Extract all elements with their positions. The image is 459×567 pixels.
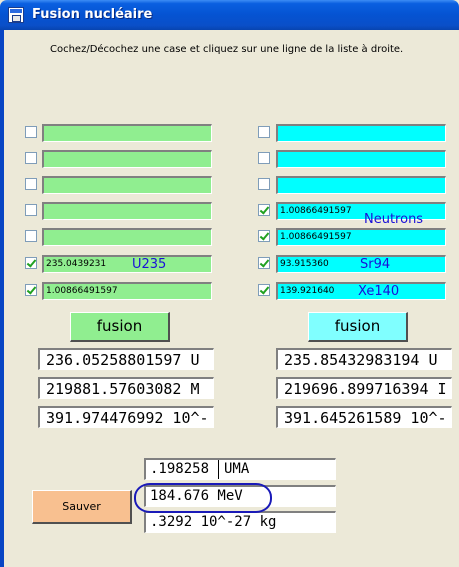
left-mass-value-7: 1.00866491597 [46, 286, 118, 296]
left-checkbox-7[interactable] [25, 284, 37, 296]
left-output-total-mass-value: 236.05258801597 U [46, 351, 200, 369]
left-checkbox-5[interactable] [25, 230, 37, 242]
left-checkbox-3[interactable] [25, 178, 37, 190]
result-mass-kg: .3292 10^-27 kg [144, 511, 336, 533]
right-mass-value-5: 1.00866491597 [280, 232, 352, 242]
main-window: Fusion nucléaire Cochez/Décochez une cas… [0, 0, 459, 567]
right-mass-field-2[interactable] [276, 150, 446, 168]
result-mass-kg-value: .3292 10^-27 kg [150, 514, 277, 530]
right-output-kg: 391.645261589 10^- [276, 406, 452, 428]
right-checkbox-5[interactable] [258, 230, 270, 242]
left-output-energy-value: 219881.57603082 M [46, 380, 200, 398]
left-output-kg-value: 391.974476992 10^- [46, 409, 209, 427]
left-mass-field-2[interactable] [42, 150, 212, 168]
save-button[interactable]: Sauver [32, 490, 132, 524]
right-nucleus-label-7: Xe140 [358, 284, 400, 299]
right-mass-value-7: 139.921640 [280, 286, 335, 296]
left-checkbox-1[interactable] [25, 126, 37, 138]
app-window-icon [8, 7, 24, 23]
left-output-total-mass: 236.05258801597 U [38, 348, 214, 370]
left-mass-field-1[interactable] [42, 124, 212, 142]
right-output-total-mass-value: 235.85432983194 U [284, 351, 438, 369]
right-mass-field-1[interactable] [276, 124, 446, 142]
left-mass-field-5[interactable] [42, 228, 212, 246]
left-checkbox-4[interactable] [25, 204, 37, 216]
right-checkbox-7[interactable] [258, 284, 270, 296]
left-mass-field-4[interactable] [42, 202, 212, 220]
right-mass-field-3[interactable] [276, 176, 446, 194]
left-nucleus-label-6: U235 [132, 257, 167, 272]
title-bar[interactable]: Fusion nucléaire [0, 0, 459, 30]
right-checkbox-1[interactable] [258, 126, 270, 138]
right-mass-value-4: 1.00866491597 [280, 206, 352, 216]
highlight-circle [134, 483, 272, 513]
result-divider [218, 460, 219, 479]
left-mass-field-3[interactable] [42, 176, 212, 194]
result-mass-defect-value: .198258 [150, 461, 210, 477]
window-title: Fusion nucléaire [32, 7, 153, 22]
result-mass-defect: .198258 UMA [144, 458, 336, 480]
right-nucleus-label-6: Sr94 [360, 257, 391, 272]
right-mass-field-7[interactable]: 139.921640 Xe140 [276, 282, 446, 300]
left-output-kg: 391.974476992 10^- [38, 406, 214, 428]
right-output-energy: 219696.899716394 I [276, 377, 452, 399]
right-checkbox-4[interactable] [258, 204, 270, 216]
fusion-right-button[interactable]: fusion [308, 312, 408, 342]
fusion-left-button[interactable]: fusion [70, 312, 170, 342]
right-mass-field-4[interactable]: 1.00866491597 Neutrons [276, 202, 446, 227]
left-mass-value-6: 235.0439231 [46, 259, 107, 269]
right-checkbox-6[interactable] [258, 257, 270, 269]
left-mass-field-7[interactable]: 1.00866491597 [42, 282, 212, 300]
left-checkbox-6[interactable] [25, 257, 37, 269]
right-nucleus-label-4: Neutrons [364, 212, 424, 227]
left-output-energy: 219881.57603082 M [38, 377, 214, 399]
result-mass-defect-unit: UMA [224, 461, 250, 477]
right-mass-field-5[interactable]: 1.00866491597 [276, 228, 446, 246]
right-output-kg-value: 391.645261589 10^- [284, 409, 447, 427]
right-mass-value-6: 93.915360 [280, 259, 329, 269]
right-mass-field-6[interactable]: 93.915360 Sr94 [276, 255, 446, 273]
left-mass-field-6[interactable]: 235.0439231 U235 [42, 255, 212, 273]
right-checkbox-3[interactable] [258, 178, 270, 190]
instruction-text: Cochez/Décochez une case et cliquez sur … [50, 44, 404, 55]
left-checkbox-2[interactable] [25, 152, 37, 164]
right-output-energy-value: 219696.899716394 I [284, 380, 447, 398]
right-checkbox-2[interactable] [258, 152, 270, 164]
right-output-total-mass: 235.85432983194 U [276, 348, 452, 370]
